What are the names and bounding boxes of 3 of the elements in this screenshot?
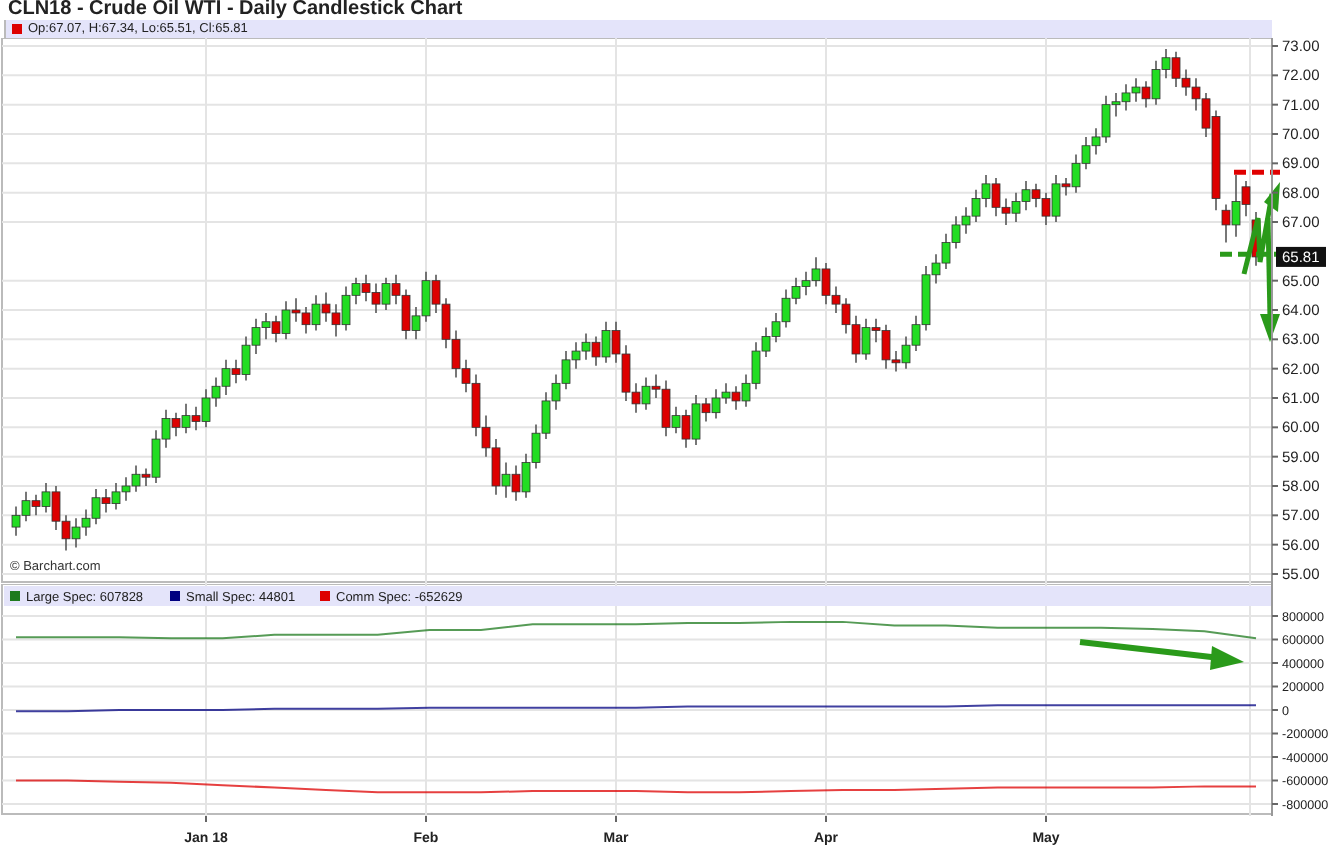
chart-title: CLN18 - Crude Oil WTI - Daily Candlestick Chart bbox=[6, 0, 465, 20]
support-line bbox=[1220, 251, 1280, 257]
resistance-line bbox=[1234, 169, 1280, 175]
